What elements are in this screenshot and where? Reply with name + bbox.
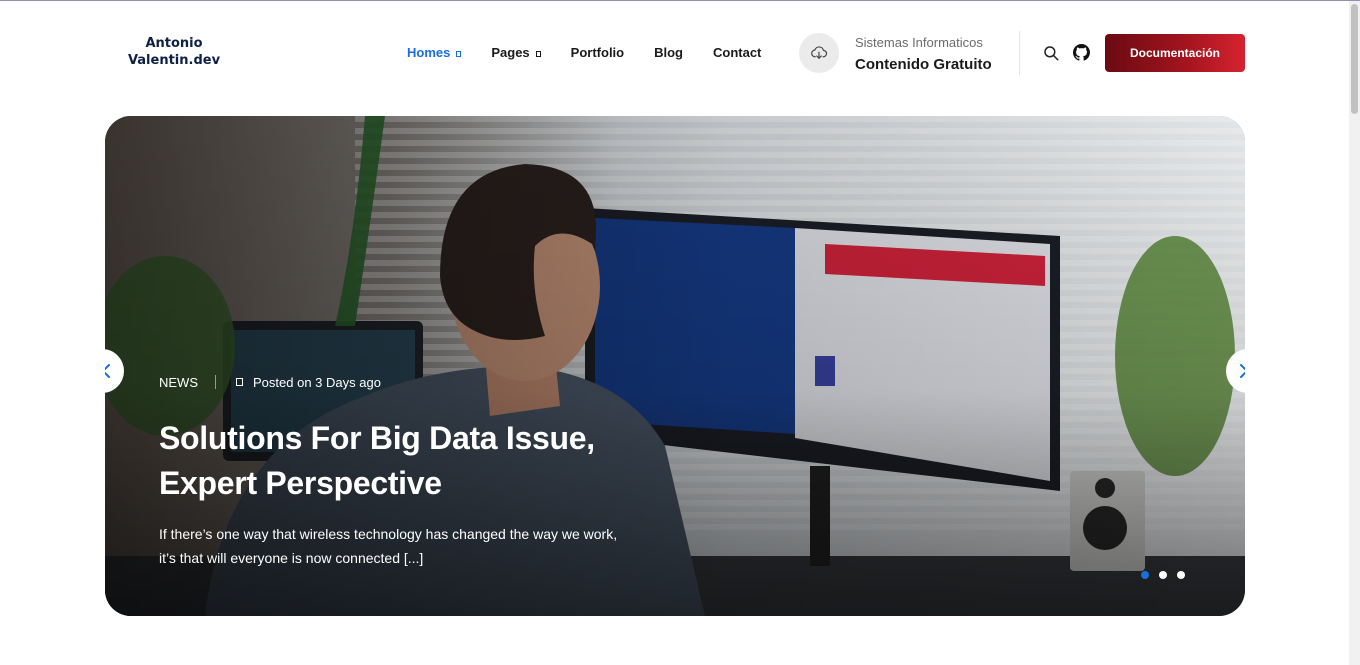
hero-slider: NEWS Posted on 3 Days ago Solutions For …: [105, 116, 1245, 616]
github-icon[interactable]: [1073, 44, 1090, 61]
page-scrollbar[interactable]: [1349, 1, 1360, 665]
hero-excerpt-line-2: it’s that will everyone is now connected…: [159, 550, 424, 566]
hero-excerpt-line-1: If there’s one way that wireless technol…: [159, 526, 618, 542]
chevron-left-icon: [105, 364, 110, 378]
documentation-button[interactable]: Documentación: [1105, 34, 1245, 72]
hero-title-line-1: Solutions For Big Data Issue,: [159, 420, 595, 456]
nav-item-label: Homes: [407, 45, 451, 60]
nav-item-label: Portfolio: [570, 45, 625, 60]
slider-dot-3[interactable]: [1177, 571, 1185, 579]
nav-item-contact[interactable]: Contact: [713, 44, 761, 61]
chevron-down-icon: [456, 50, 462, 57]
post-category[interactable]: NEWS: [159, 375, 198, 390]
nav-item-label: Blog: [654, 45, 683, 60]
nav-item-pages[interactable]: Pages: [491, 44, 541, 61]
nav-item-label: Contact: [713, 45, 762, 60]
nav-item-label: Pages: [491, 45, 530, 60]
info-subtitle: Sistemas Informaticos: [855, 35, 983, 50]
hero-content: NEWS Posted on 3 Days ago Solutions For …: [159, 374, 679, 570]
hero-title-line-2: Expert Perspective: [159, 465, 442, 501]
info-title: Contenido Gratuito: [855, 56, 992, 73]
slider-dot-2[interactable]: [1159, 571, 1167, 579]
hero-excerpt: If there’s one way that wireless technol…: [159, 522, 669, 570]
post-date: Posted on 3 Days ago: [253, 374, 381, 390]
slider-dot-1[interactable]: [1141, 571, 1149, 579]
hero-title[interactable]: Solutions For Big Data Issue, Expert Per…: [159, 416, 679, 506]
chevron-right-icon: [1240, 364, 1245, 378]
site-logo[interactable]: Antonio Valentin.dev: [124, 35, 224, 69]
main-nav: Homes Pages Portfolio Blog Contact: [407, 44, 791, 61]
search-icon[interactable]: [1042, 44, 1060, 62]
chevron-down-icon: [535, 50, 541, 57]
nav-item-homes[interactable]: Homes: [407, 44, 462, 61]
scrollbar-thumb[interactable]: [1351, 4, 1358, 114]
site-header: Antonio Valentin.dev Homes Pages Portfol…: [0, 1, 1349, 105]
logo-line-2: Valentin.dev: [127, 53, 221, 68]
nav-item-blog[interactable]: Blog: [654, 44, 683, 61]
slider-pagination: [1141, 571, 1185, 579]
meta-divider: [215, 375, 216, 389]
post-meta: NEWS Posted on 3 Days ago: [159, 374, 679, 390]
calendar-icon: [236, 378, 243, 386]
cloud-download-icon: [799, 33, 839, 73]
nav-item-portfolio[interactable]: Portfolio: [571, 44, 624, 61]
logo-line-1: Antonio: [145, 36, 203, 51]
header-divider: [1019, 31, 1020, 75]
